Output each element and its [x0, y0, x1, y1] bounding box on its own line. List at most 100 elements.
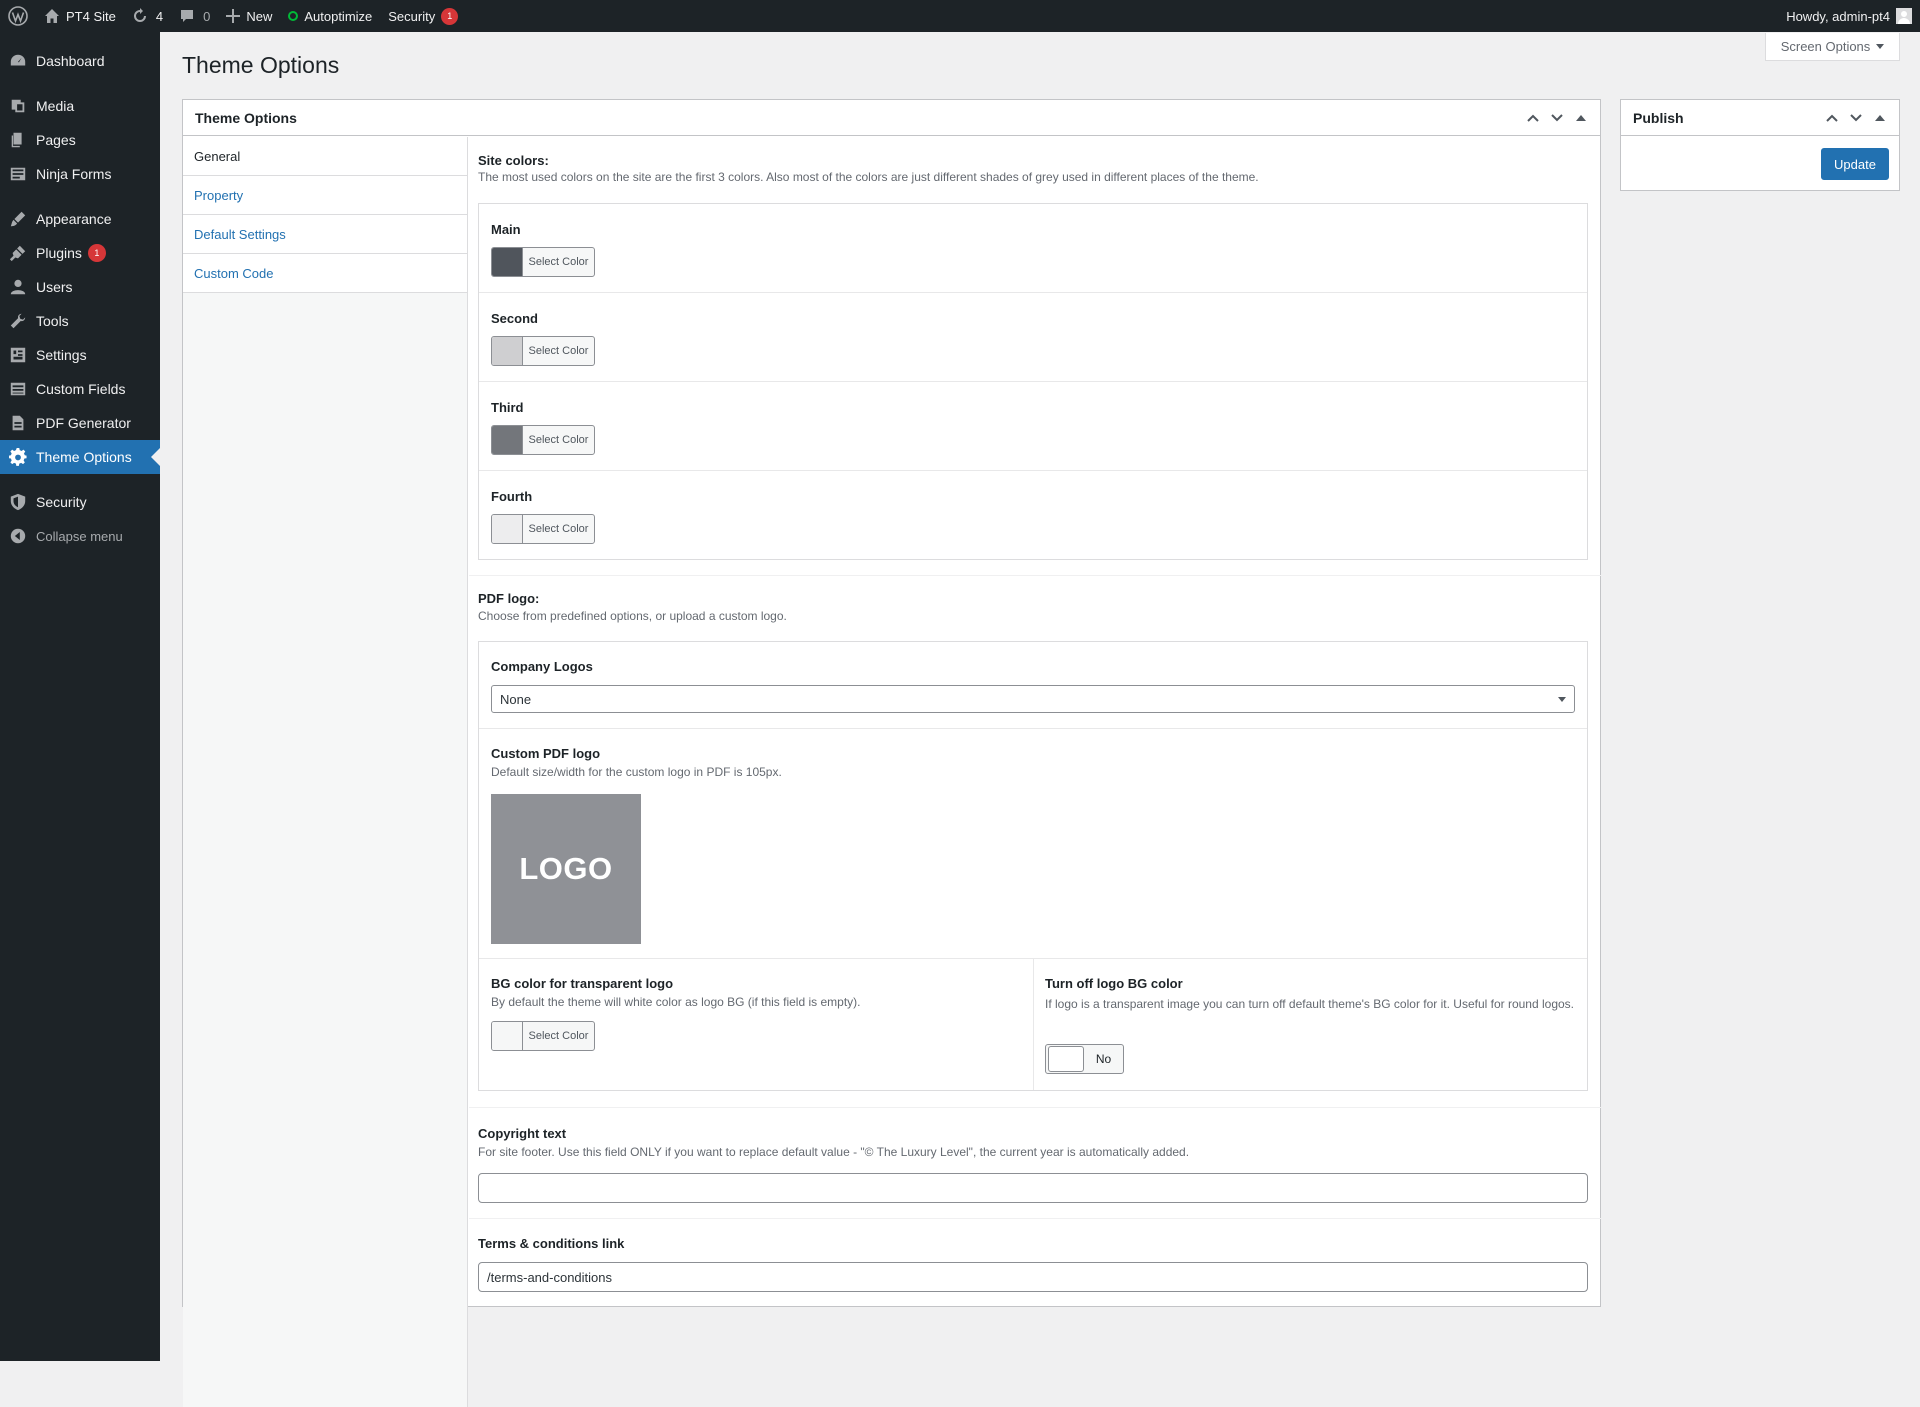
settings-icon [0, 346, 36, 364]
gear-icon [0, 448, 36, 466]
dashboard-icon [0, 52, 36, 70]
new-label: New [246, 8, 273, 24]
my-account-link[interactable]: Howdy, admin-pt4 [1778, 0, 1912, 32]
screen-options-button[interactable]: Screen Options [1765, 33, 1900, 61]
caret-down-icon [1876, 44, 1885, 49]
divider [479, 470, 1587, 471]
turn-off-bg-label: Turn off logo BG color [1045, 976, 1183, 991]
color-label-fourth: Fourth [491, 489, 533, 504]
sidebar-item-custom-fields[interactable]: Custom Fields [0, 372, 160, 406]
box-title: Theme Options [195, 109, 297, 126]
sidebar-item-tools[interactable]: Tools [0, 304, 160, 338]
plugins-update-badge: 1 [87, 244, 106, 262]
theme-options-box-header: Theme Options [183, 100, 1600, 136]
sidebar-item-users[interactable]: Users [0, 270, 160, 304]
collapse-icon [0, 527, 36, 545]
divider [479, 292, 1587, 293]
toggle-knob [1048, 1046, 1084, 1072]
color-swatch [492, 1022, 523, 1050]
tab-custom-code[interactable]: Custom Code [183, 254, 467, 293]
sidebar-item-media[interactable]: Media [0, 89, 160, 123]
publish-box-header: Publish [1621, 100, 1899, 136]
second-color-picker[interactable]: Select Color [491, 336, 595, 366]
custom-logo-label: Custom PDF logo [491, 746, 601, 761]
status-dot-icon [288, 11, 299, 21]
wordpress-logo-icon[interactable] [0, 0, 36, 32]
plus-icon [226, 9, 241, 23]
updates-link[interactable]: 4 [124, 0, 171, 32]
site-name-label: PT4 Site [66, 8, 116, 24]
main-color-picker[interactable]: Select Color [491, 247, 595, 277]
shield-icon [0, 493, 36, 511]
autoptimize-link[interactable]: Autoptimize [280, 0, 380, 32]
sidebar-item-theme-options[interactable]: Theme Options [0, 440, 160, 474]
sidebar-item-label: Plugins [36, 245, 82, 261]
tab-label: General [194, 148, 241, 164]
users-icon [0, 278, 36, 296]
new-content-link[interactable]: New [218, 0, 280, 32]
sidebar-item-label: Users [36, 279, 73, 295]
bg-color-description: By default the theme will white color as… [491, 995, 861, 1009]
move-down-icon[interactable] [1849, 111, 1863, 125]
tab-property[interactable]: Property [183, 176, 467, 215]
site-colors-title: Site colors: [478, 153, 549, 168]
site-name-link[interactable]: PT4 Site [36, 0, 124, 32]
media-icon [0, 97, 36, 115]
tab-default-settings[interactable]: Default Settings [183, 215, 467, 254]
pdf-logo-group: Company Logos None Custom PDF logo Defau… [478, 641, 1588, 1091]
update-button[interactable]: Update [1821, 148, 1889, 180]
color-label-second: Second [491, 311, 538, 326]
copyright-title: Copyright text [478, 1126, 567, 1141]
comments-count: 0 [203, 8, 211, 24]
sidebar-item-label: Custom Fields [36, 381, 126, 397]
company-logos-select[interactable]: None [491, 685, 1575, 713]
sidebar-item-label: Collapse menu [36, 528, 123, 544]
section-divider [469, 1218, 1601, 1219]
select-color-label: Select Color [528, 523, 589, 535]
toggle-panel-icon[interactable] [1574, 114, 1588, 121]
sidebar-item-plugins[interactable]: Plugins 1 [0, 236, 160, 270]
sidebar-item-dashboard[interactable]: Dashboard [0, 44, 160, 78]
fourth-color-picker[interactable]: Select Color [491, 514, 595, 544]
collapse-menu-button[interactable]: Collapse menu [0, 519, 160, 553]
sidebar-item-pdf-generator[interactable]: PDF Generator [0, 406, 160, 440]
divider [479, 381, 1587, 382]
security-link[interactable]: Security 1 [380, 0, 466, 32]
move-up-icon[interactable] [1526, 111, 1540, 125]
toggle-label: No [1095, 1052, 1112, 1066]
admin-bar: PT4 Site 4 0 New Autoptimize Security 1 … [0, 0, 1920, 32]
sidebar-item-settings[interactable]: Settings [0, 338, 160, 372]
logo-bg-color-picker[interactable]: Select Color [491, 1021, 595, 1051]
section-divider [469, 575, 1601, 576]
turn-off-bg-description: If logo is a transparent image you can t… [1045, 997, 1575, 1011]
select-value: None [500, 691, 532, 707]
sidebar-item-label: Ninja Forms [36, 166, 112, 182]
select-color-label: Select Color [528, 434, 589, 446]
divider [479, 728, 1587, 729]
sidebar-item-label: Pages [36, 132, 76, 148]
logo-preview-image[interactable]: LOGO [491, 794, 641, 944]
screen-options-label: Screen Options [1780, 39, 1871, 54]
color-label-main: Main [491, 222, 521, 237]
comments-link[interactable]: 0 [171, 0, 218, 32]
copyright-input[interactable] [478, 1173, 1588, 1203]
box-title: Publish [1633, 109, 1684, 126]
terms-link-input[interactable]: /terms-and-conditions [478, 1262, 1588, 1292]
handle-actions [1526, 111, 1588, 125]
sidebar-item-ninja-forms[interactable]: Ninja Forms [0, 157, 160, 191]
sidebar-item-label: Appearance [36, 211, 112, 227]
move-down-icon[interactable] [1550, 111, 1564, 125]
sidebar-item-pages[interactable]: Pages [0, 123, 160, 157]
tab-label: Default Settings [194, 226, 286, 242]
toggle-panel-icon[interactable] [1873, 114, 1887, 121]
turn-off-bg-toggle[interactable]: No [1045, 1044, 1124, 1074]
third-color-picker[interactable]: Select Color [491, 425, 595, 455]
sidebar-item-security[interactable]: Security [0, 485, 160, 519]
howdy-label: Howdy, admin-pt4 [1786, 8, 1890, 24]
move-up-icon[interactable] [1825, 111, 1839, 125]
comment-icon [179, 8, 195, 24]
tab-general[interactable]: General [183, 137, 467, 176]
terms-title: Terms & conditions link [478, 1236, 625, 1251]
sidebar-item-appearance[interactable]: Appearance [0, 202, 160, 236]
forms-icon [0, 165, 36, 183]
